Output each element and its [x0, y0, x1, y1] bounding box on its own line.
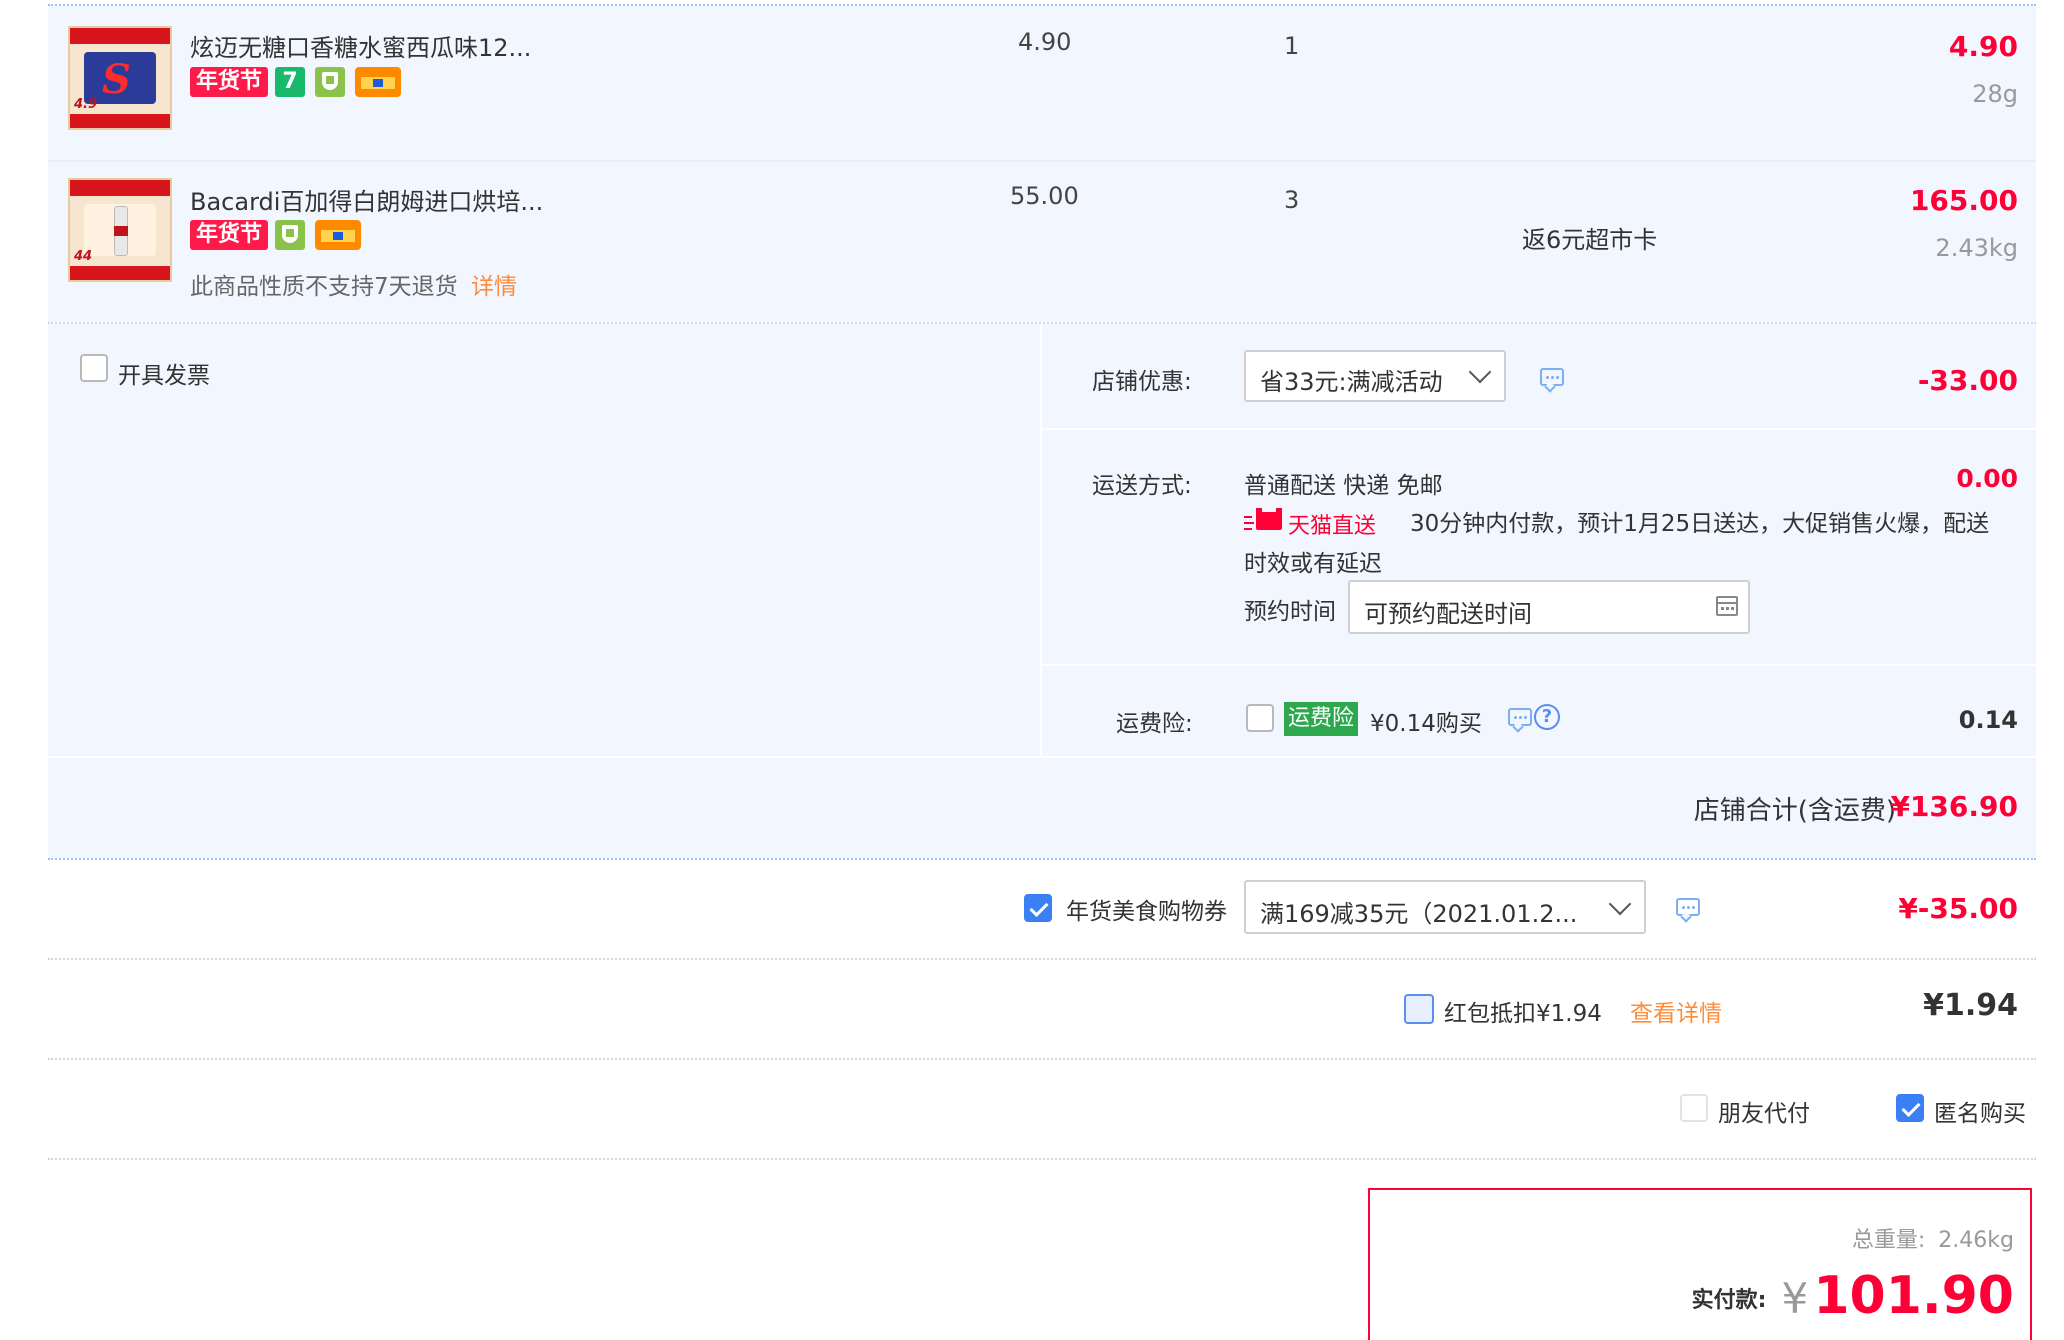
shipping-method: 普通配送 快递 免邮	[1244, 473, 1443, 499]
coupon-label: 年货美食购物券	[1066, 899, 1227, 925]
row-divider	[48, 1158, 2036, 1160]
shop-total-amount: ¥136.90	[1890, 790, 2018, 823]
help-icon[interactable]: ?	[1534, 704, 1560, 730]
amount-due-value: 101.90	[1813, 1266, 2014, 1326]
seven-day-return-tag: 7	[275, 67, 305, 97]
shipping-amount: 0.00	[1956, 464, 2018, 493]
product-title[interactable]: 炫迈无糖口香糖水蜜西瓜味12...	[190, 28, 531, 63]
card-icon	[355, 67, 401, 97]
schedule-time-input[interactable]: 可预约配送时间	[1348, 580, 1750, 634]
panel-row-separator	[48, 756, 2036, 758]
item-weight: 2.43kg	[1935, 234, 2018, 262]
red-packet-details-link[interactable]: 查看详情	[1630, 994, 1722, 1028]
return-policy-text: 此商品性质不支持7天退货	[190, 274, 458, 300]
panel-vertical-separator	[1040, 324, 1042, 756]
shield-icon	[275, 220, 305, 250]
insurance-amount: 0.14	[1958, 706, 2018, 734]
order-summary-box: 总重量: 2.46kg 实付款: ¥ 101.90	[1368, 1188, 2032, 1340]
total-weight: 总重量: 2.46kg	[1852, 1222, 2014, 1254]
coupon-checkbox[interactable]	[1024, 894, 1052, 922]
quantity: 1	[1284, 32, 1300, 60]
return-policy-notice: 此商品性质不支持7天退货 详情	[190, 267, 517, 301]
shop-discount-value: 省33元:满减活动	[1260, 368, 1443, 396]
row-divider	[48, 958, 2036, 960]
card-icon	[315, 220, 361, 250]
friend-pay-label: 朋友代付	[1718, 1101, 1810, 1127]
thumb-price: 44	[74, 249, 93, 264]
shipping-label: 运送方式:	[1092, 473, 1192, 499]
schedule-label: 预约时间	[1244, 599, 1336, 625]
product-thumbnail[interactable]: S 4.9	[68, 26, 172, 130]
shield-icon	[315, 67, 345, 97]
anonymous-purchase-label: 匿名购买	[1934, 1101, 2026, 1127]
item-subtotal: 165.00	[1909, 184, 2018, 217]
coupon-select[interactable]: 满169减35元（2021.01.2...	[1244, 880, 1646, 934]
rum-bottle-image	[84, 204, 156, 256]
invoice-checkbox[interactable]	[80, 354, 108, 382]
total-weight-value: 2.46kg	[1938, 1228, 2014, 1253]
amount-due-label: 实付款:	[1691, 1288, 1767, 1313]
panel-row-separator	[1042, 428, 2036, 430]
insurance-label: 运费险:	[1116, 711, 1193, 737]
product-title[interactable]: Bacardi百加得白朗姆进口烘培...	[190, 182, 543, 217]
unit-price: 4.90	[1018, 28, 1072, 56]
panel-row-separator	[1042, 664, 2036, 666]
chat-icon[interactable]	[1508, 708, 1532, 726]
promo-text: 返6元超市卡	[1522, 226, 1658, 254]
calendar-icon[interactable]	[1716, 596, 1738, 616]
item-divider	[48, 160, 2036, 162]
schedule-time-placeholder: 可预约配送时间	[1364, 600, 1532, 628]
red-packet-amount: ¥1.94	[1923, 988, 2018, 1023]
details-link[interactable]: 详情	[471, 274, 517, 300]
new-year-festival-tag: 年货节	[190, 67, 269, 97]
chevron-down-icon	[1468, 360, 1492, 384]
item-subtotal: 4.90	[1948, 30, 2018, 63]
insurance-badge: 运费险	[1284, 702, 1359, 736]
coupon-value: 满169减35元（2021.01.2...	[1260, 900, 1578, 928]
thumb-banner	[70, 180, 170, 196]
delivery-note: 30分钟内付款，预计1月25日送达，大促销售火爆，配送	[1410, 511, 1990, 537]
new-year-festival-tag: 年货节	[190, 220, 269, 250]
shop-divider	[48, 858, 2036, 860]
product-thumbnail[interactable]: 44	[68, 178, 172, 282]
total-weight-label: 总重量:	[1851, 1228, 1926, 1253]
tmall-direct-badge: 天猫直送	[1288, 514, 1377, 539]
anonymous-purchase-checkbox[interactable]	[1896, 1094, 1924, 1122]
amount-due: 实付款: ¥ 101.90	[1692, 1266, 2014, 1326]
red-packet-checkbox[interactable]	[1404, 994, 1434, 1024]
chevron-down-icon	[1608, 892, 1632, 916]
shop-discount-label: 店铺优惠:	[1092, 369, 1192, 395]
coupon-amount: ¥-35.00	[1898, 892, 2018, 925]
chat-icon[interactable]	[1676, 898, 1700, 916]
thumb-footer	[70, 266, 170, 280]
chat-icon[interactable]	[1540, 368, 1564, 386]
delivery-note-continued: 时效或有延迟	[1244, 551, 1382, 577]
item-weight: 28g	[1972, 80, 2018, 108]
friend-pay-checkbox[interactable]	[1680, 1094, 1708, 1122]
shop-total-label: 店铺合计(含运费)	[1693, 796, 1896, 826]
tmall-cat-icon	[1244, 508, 1284, 532]
red-packet-label: 红包抵扣¥1.94	[1444, 1001, 1602, 1027]
thumb-banner	[70, 28, 170, 44]
thumb-footer	[70, 114, 170, 128]
thumb-price: 4.9	[74, 97, 98, 112]
shop-discount-amount: -33.00	[1917, 364, 2018, 397]
currency-symbol: ¥	[1781, 1274, 1809, 1323]
row-divider	[48, 1058, 2036, 1060]
shop-discount-select[interactable]: 省33元:满减活动	[1244, 350, 1506, 402]
insurance-checkbox[interactable]	[1246, 704, 1274, 732]
invoice-label: 开具发票	[118, 363, 210, 389]
quantity: 3	[1284, 186, 1300, 214]
unit-price: 55.00	[1010, 182, 1079, 210]
insurance-price: ¥0.14购买	[1370, 711, 1482, 737]
